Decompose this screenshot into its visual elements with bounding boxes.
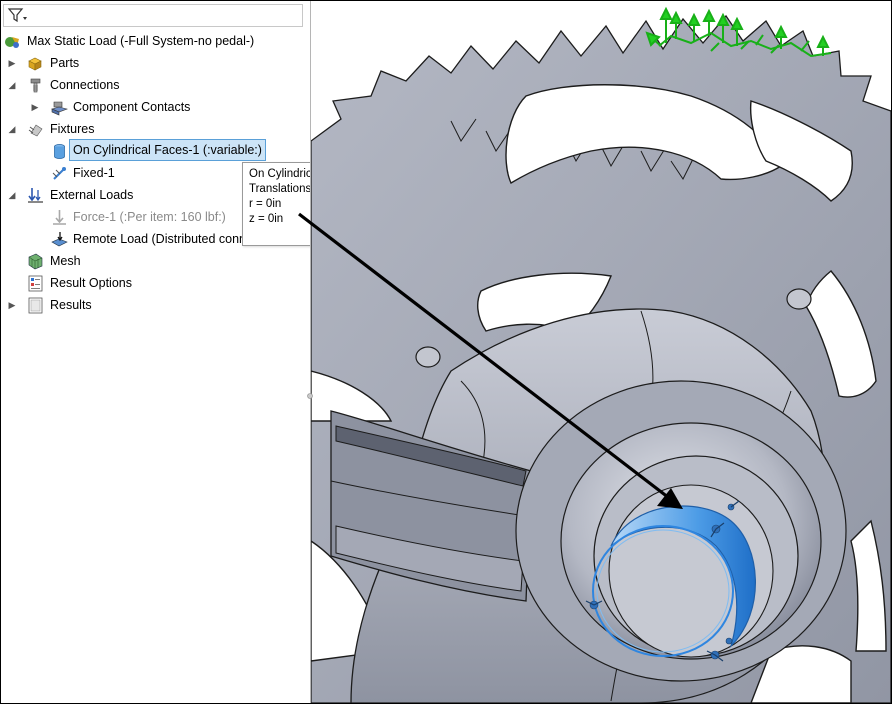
application-window: Max Static Load (-Full System-no pedal-)… bbox=[0, 0, 892, 704]
callout-arrow bbox=[298, 212, 683, 509]
